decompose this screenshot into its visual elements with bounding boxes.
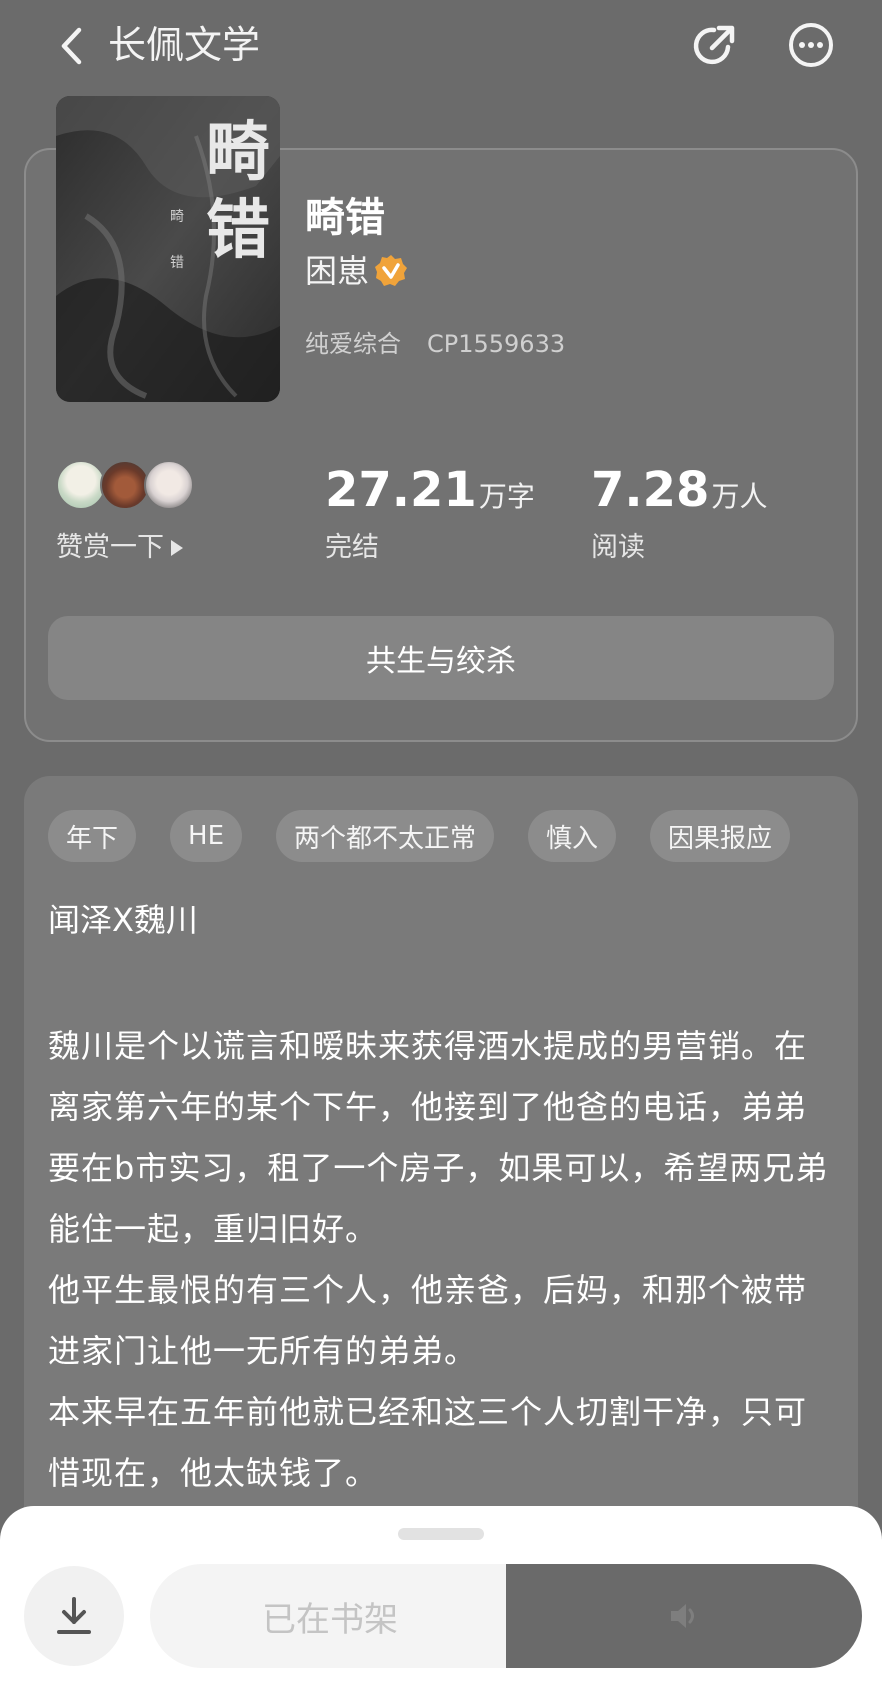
readers-label: 阅读 xyxy=(591,532,645,563)
read-button[interactable] xyxy=(506,1564,862,1668)
top-bar: 长佩文学 xyxy=(0,0,882,92)
more-button[interactable] xyxy=(786,20,836,70)
chevron-left-icon xyxy=(61,27,82,65)
drag-handle[interactable] xyxy=(398,1528,484,1540)
synopsis-text: 魏川是个以谎言和暧昧来获得酒水提成的男营销。在离家第六年的某个下午，他接到了他爸… xyxy=(48,1027,829,1492)
tag-chip[interactable]: 因果报应 xyxy=(650,810,791,862)
supporter-avatars[interactable] xyxy=(56,460,196,512)
book-meta: 纯爱综合 CP1559633 xyxy=(305,326,565,362)
reward-button[interactable]: 赞赏一下 xyxy=(56,528,184,568)
readers-stat: 7.28万人 阅读 xyxy=(591,460,768,563)
more-icon xyxy=(789,23,833,67)
download-icon xyxy=(57,1597,91,1634)
pairing-line: 闻泽X魏川 xyxy=(48,901,198,939)
bottom-action-bar: 已在书架 xyxy=(0,1506,882,1694)
cover-title-large: 畸错 xyxy=(206,115,270,268)
avatar xyxy=(56,460,106,510)
reward-label: 赞赏一下 xyxy=(56,532,164,563)
tag-chip[interactable]: 两个都不太正常 xyxy=(276,810,495,862)
status-label: 完结 xyxy=(325,532,379,563)
tag-chip[interactable]: HE xyxy=(170,810,242,862)
tag-chip[interactable]: 慎入 xyxy=(528,810,617,862)
book-cover[interactable]: 畸错 畸 错 xyxy=(56,96,280,402)
book-id: CP1559633 xyxy=(427,330,566,358)
readers-value: 7.28 xyxy=(591,462,710,518)
tagline-banner[interactable]: 共生与绞杀 xyxy=(48,616,834,700)
cover-title-small-1: 畸 xyxy=(170,209,184,225)
avatar xyxy=(100,460,150,510)
share-button[interactable] xyxy=(690,20,740,70)
author-row[interactable]: 困崽 xyxy=(305,248,409,294)
word-count-value: 27.21 xyxy=(325,462,477,518)
download-button[interactable] xyxy=(24,1566,124,1666)
bookshelf-button[interactable]: 已在书架 xyxy=(150,1564,510,1668)
book-title: 畸错 xyxy=(305,195,385,241)
author-name[interactable]: 困崽 xyxy=(305,248,369,294)
cover-title-small-2: 错 xyxy=(170,255,184,271)
word-count-unit: 万字 xyxy=(478,480,535,513)
word-count-stat: 27.21万字 完结 xyxy=(325,460,535,563)
readers-unit: 万人 xyxy=(711,480,768,513)
speaker-icon xyxy=(671,1604,694,1628)
book-category[interactable]: 纯爱综合 xyxy=(305,326,401,362)
avatar xyxy=(144,460,194,510)
back-button[interactable] xyxy=(50,22,94,70)
share-icon xyxy=(693,25,735,65)
tag-chip[interactable]: 年下 xyxy=(48,810,137,862)
triangle-right-icon xyxy=(171,540,183,556)
verified-badge-icon xyxy=(375,255,408,286)
app-title: 长佩文学 xyxy=(108,23,261,67)
tag-list: 年下 HE 两个都不太正常 慎入 因果报应 xyxy=(48,810,791,862)
